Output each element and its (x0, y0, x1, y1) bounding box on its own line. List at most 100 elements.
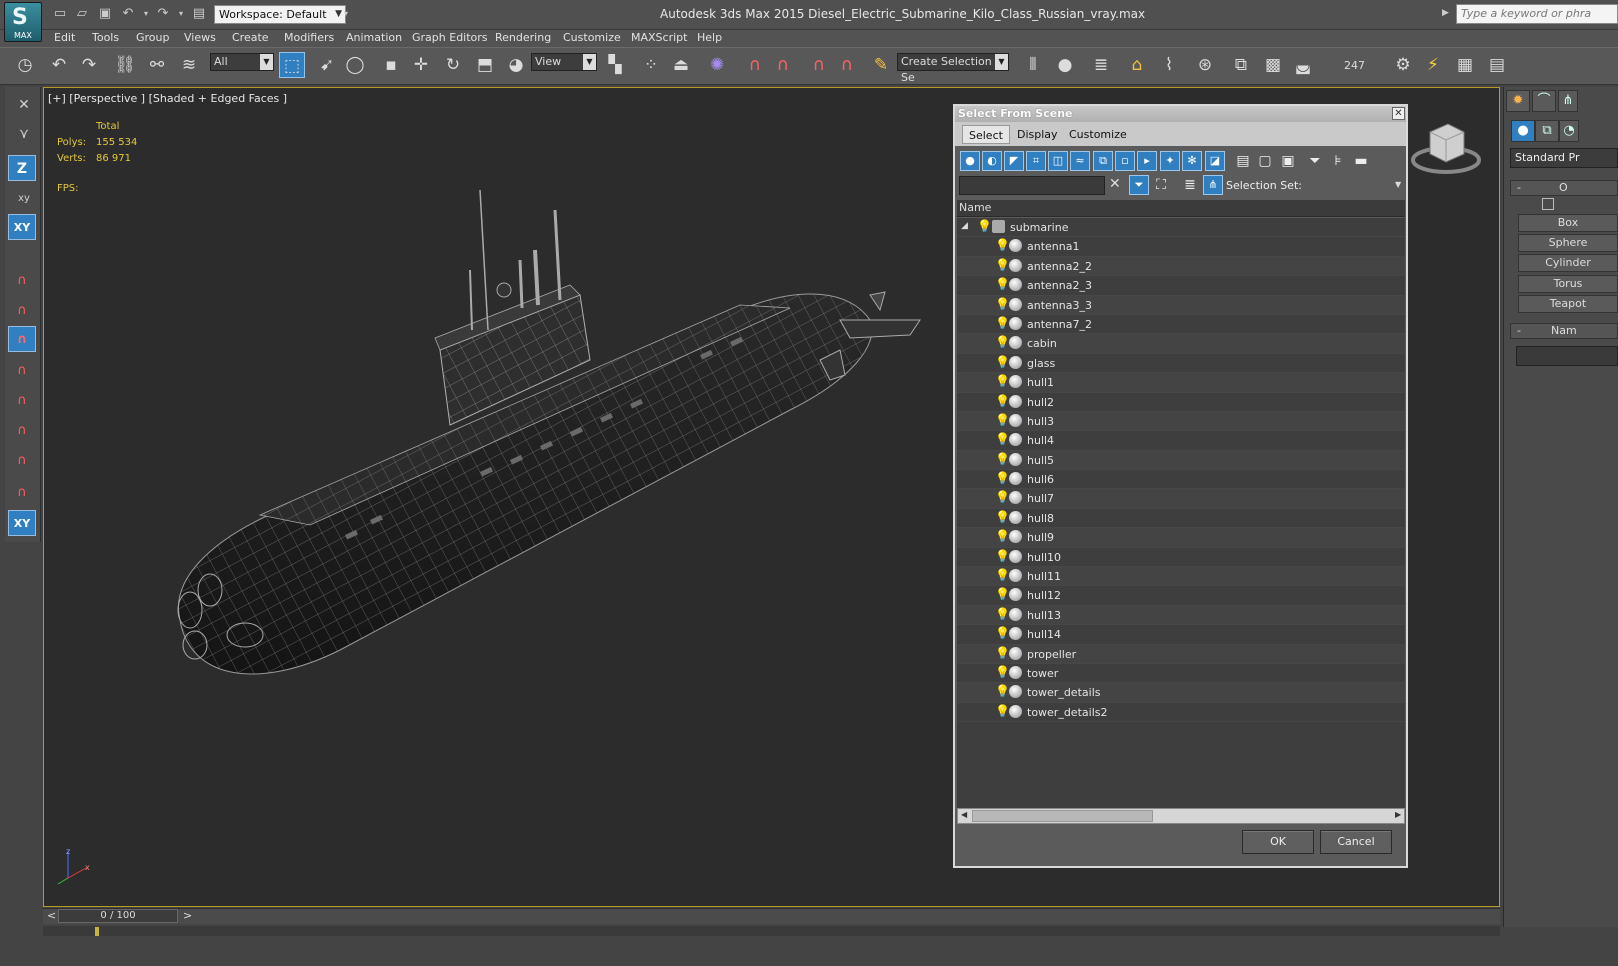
snap-face-icon[interactable]: ∩ (8, 418, 36, 444)
primitive-type-dropdown[interactable]: Standard Pr (1510, 148, 1618, 168)
geometry-category-icon[interactable]: ● (1511, 120, 1535, 142)
list-item[interactable]: 💡 hull2 (957, 393, 1405, 412)
unlink-icon[interactable]: ⚯ (144, 52, 170, 78)
bind-space-warp-icon[interactable]: ≋ (176, 52, 202, 78)
menu-create[interactable]: Create (232, 31, 269, 44)
light-bulb-icon[interactable]: 💡 (995, 626, 1010, 640)
display-lights-icon[interactable]: ◤ (1004, 151, 1024, 171)
display-cameras-icon[interactable]: ⌗ (1026, 151, 1046, 171)
display-geometry-icon[interactable]: ● (960, 151, 980, 171)
redo-icon[interactable]: ↷ (155, 6, 171, 22)
vray-toolbar-icon[interactable]: ▤ (1484, 52, 1510, 78)
column-header-name[interactable]: Name (957, 200, 1405, 217)
layers-icon[interactable]: ≣ (1181, 175, 1199, 195)
list-item[interactable]: 💡 hull11 (957, 567, 1405, 587)
list-item[interactable]: 💡 propeller (957, 644, 1405, 664)
snap-endpoint-icon[interactable]: ∩ (8, 326, 36, 352)
menu-animation[interactable]: Animation (346, 31, 402, 44)
tab-display[interactable]: Display (1011, 125, 1064, 144)
cylinder-button[interactable]: Cylinder (1518, 254, 1618, 272)
display-xrefs-icon[interactable]: ▫ (1115, 151, 1135, 171)
light-bulb-icon[interactable]: 💡 (995, 568, 1010, 582)
open-file-icon[interactable]: ▱ (74, 6, 90, 22)
align-icon[interactable]: ● (1052, 52, 1078, 78)
invert-display-icon[interactable]: ▣ (1279, 151, 1297, 171)
snaps-toggle-icon[interactable]: ✺ (704, 52, 730, 78)
viewcube-icon[interactable] (1410, 118, 1482, 180)
render-settings-gear-icon[interactable]: ⚙ (1390, 52, 1416, 78)
list-item[interactable]: 💡 cabin (957, 334, 1405, 354)
menu-group[interactable]: Group (136, 31, 170, 44)
list-item[interactable]: 💡 hull14 (957, 625, 1405, 645)
light-bulb-icon[interactable]: 💡 (995, 665, 1010, 679)
material-editor-icon[interactable]: ⧉ (1228, 52, 1254, 78)
object-name-input[interactable] (1516, 346, 1618, 366)
undo-scene-icon[interactable]: ◷ (12, 52, 38, 78)
light-bulb-icon[interactable]: 💡 (995, 510, 1010, 524)
display-all-icon[interactable]: ▤ (1234, 151, 1252, 171)
list-item[interactable]: 💡 antenna2_2 (957, 256, 1405, 277)
named-selection-pencil-icon[interactable]: ✎ (868, 52, 894, 78)
window-crossing-icon[interactable]: ▪ (378, 52, 404, 78)
snap-edge-icon[interactable]: ∩ (8, 388, 36, 414)
reference-coordinate-dropdown[interactable]: View ▼ (531, 53, 597, 71)
light-bulb-icon[interactable]: 💡 (977, 219, 992, 233)
light-bulb-icon[interactable]: 💡 (995, 587, 1010, 601)
link-icon[interactable]: ⛓ (112, 52, 138, 78)
list-item[interactable]: 💡 hull13 (957, 605, 1405, 626)
menu-tools[interactable]: Tools (92, 31, 119, 44)
sort-hierarchy-icon[interactable]: ⋔ (1203, 175, 1223, 195)
time-slider[interactable]: 0 / 100 (58, 909, 178, 923)
current-frame-marker[interactable] (95, 927, 99, 936)
light-bulb-icon[interactable]: 💡 (995, 490, 1010, 504)
render-setup-icon[interactable]: ▩ (1260, 52, 1286, 78)
light-bulb-icon[interactable]: 💡 (995, 607, 1010, 621)
light-bulb-icon[interactable]: 💡 (995, 277, 1010, 291)
search-filter-icon[interactable]: ⏷ (1129, 175, 1149, 195)
track-bar[interactable] (43, 926, 1500, 936)
constraint-xy-plane-icon[interactable]: xy (10, 186, 38, 212)
list-item[interactable]: 💡 antenna3_3 (957, 295, 1405, 315)
constraint-xy-button[interactable]: XY (8, 214, 36, 240)
toggle-ribbon-icon[interactable]: ⌂ (1124, 52, 1150, 78)
select-rotate-icon[interactable]: ↻ (440, 52, 466, 78)
save-file-icon[interactable]: ▣ (97, 6, 113, 22)
undo-toolbar-icon[interactable]: ↶ (46, 52, 72, 78)
rendered-frame-window-icon[interactable]: ◛ (1290, 52, 1316, 78)
snap-vertex-icon[interactable]: ∩ (8, 298, 36, 324)
named-selection-dropdown[interactable]: Create Selection Se ▼ (897, 53, 1009, 84)
expand-triangle-icon[interactable]: ◢ (961, 221, 968, 231)
constraint-y-icon[interactable]: ⋎ (10, 121, 38, 147)
torus-button[interactable]: Torus (1518, 275, 1618, 293)
chevron-down-icon[interactable]: ▼ (1395, 180, 1401, 189)
select-place-icon[interactable]: ◕ (503, 52, 529, 78)
selection-region-icon[interactable]: ◯ (342, 52, 368, 78)
list-item[interactable]: 💡 hull9 (957, 528, 1405, 548)
light-bulb-icon[interactable]: 💡 (995, 297, 1010, 311)
selection-filter-dropdown[interactable]: All ▼ (210, 53, 274, 71)
light-bulb-icon[interactable]: 💡 (995, 549, 1010, 563)
project-folder-icon[interactable]: ▤ (191, 6, 207, 22)
filter-icon[interactable]: ⏷ (1306, 151, 1324, 171)
ok-button[interactable]: OK (1242, 830, 1314, 854)
viewport-label-menu[interactable]: [+] [Perspective ] [Shaded + Edged Faces… (48, 92, 287, 105)
new-file-icon[interactable]: ▭ (52, 6, 68, 22)
display-containers-icon[interactable]: ✦ (1160, 151, 1180, 171)
display-none-icon[interactable]: ▢ (1256, 151, 1274, 171)
hierarchy-filter-icon[interactable]: ⊧ (1329, 151, 1347, 171)
select-move-icon[interactable]: ✛ (408, 52, 434, 78)
prev-frame-button[interactable]: < (47, 909, 56, 922)
teapot-button[interactable]: Teapot (1518, 295, 1618, 313)
autogrid-checkbox[interactable] (1542, 198, 1554, 210)
scene-object-list[interactable]: ◢ 💡 submarine 💡 antenna1 💡 antenna2_2 💡 anten… (957, 218, 1405, 808)
light-bulb-icon[interactable]: 💡 (995, 432, 1010, 446)
light-bulb-icon[interactable]: 💡 (995, 413, 1010, 427)
scroll-left-icon[interactable]: ◀ (961, 810, 967, 819)
light-bulb-icon[interactable]: 💡 (995, 646, 1010, 660)
list-item[interactable]: 💡 antenna2_3 (957, 276, 1405, 296)
curve-editor-icon[interactable]: ⌇ (1156, 52, 1182, 78)
next-frame-button[interactable]: > (183, 909, 192, 922)
pivot-center-icon[interactable]: ▚ (602, 52, 628, 78)
workspace-dropdown[interactable]: Workspace: Default ▼ (214, 5, 346, 24)
percent-snap-icon[interactable]: ∩ (770, 52, 796, 78)
